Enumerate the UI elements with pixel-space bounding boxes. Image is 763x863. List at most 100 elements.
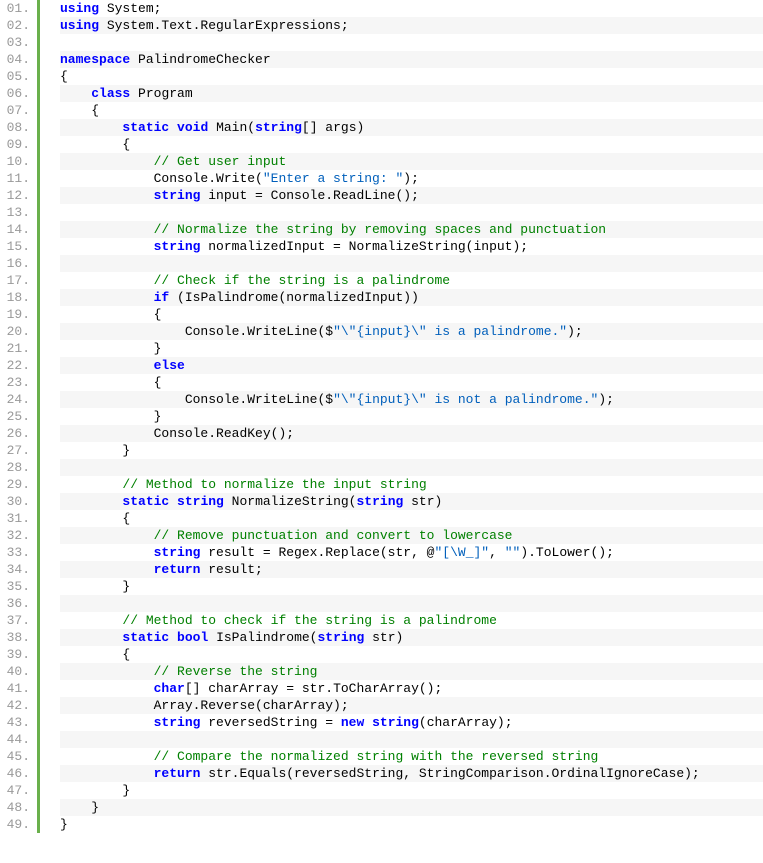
line-number: 32.	[0, 527, 34, 544]
code-line[interactable]: return result;	[60, 561, 763, 578]
line-number: 43.	[0, 714, 34, 731]
code-line[interactable]	[60, 255, 763, 272]
line-number: 17.	[0, 272, 34, 289]
code-line[interactable]: Console.Write("Enter a string: ");	[60, 170, 763, 187]
code-line[interactable]: {	[60, 306, 763, 323]
code-line[interactable]: // Remove punctuation and convert to low…	[60, 527, 763, 544]
line-number: 47.	[0, 782, 34, 799]
code-line[interactable]: }	[60, 442, 763, 459]
code-line[interactable]: string result = Regex.Replace(str, @"[\W…	[60, 544, 763, 561]
code-line[interactable]	[60, 459, 763, 476]
line-number: 41.	[0, 680, 34, 697]
code-line[interactable]: {	[60, 102, 763, 119]
code-line[interactable]	[60, 731, 763, 748]
line-number: 23.	[0, 374, 34, 391]
code-block: 01.02.03.04.05.06.07.08.09.10.11.12.13.1…	[0, 0, 763, 833]
code-line[interactable]: char[] charArray = str.ToCharArray();	[60, 680, 763, 697]
line-number: 12.	[0, 187, 34, 204]
line-number: 34.	[0, 561, 34, 578]
code-line[interactable]: {	[60, 68, 763, 85]
code-line[interactable]: {	[60, 136, 763, 153]
code-line[interactable]: static string NormalizeString(string str…	[60, 493, 763, 510]
line-number: 15.	[0, 238, 34, 255]
code-line[interactable]: class Program	[60, 85, 763, 102]
line-number: 19.	[0, 306, 34, 323]
line-number: 30.	[0, 493, 34, 510]
line-number: 08.	[0, 119, 34, 136]
line-number: 22.	[0, 357, 34, 374]
code-line[interactable]: {	[60, 510, 763, 527]
code-line[interactable]: // Reverse the string	[60, 663, 763, 680]
code-line[interactable]: string normalizedInput = NormalizeString…	[60, 238, 763, 255]
code-line[interactable]: else	[60, 357, 763, 374]
line-number: 01.	[0, 0, 34, 17]
line-number: 29.	[0, 476, 34, 493]
line-number: 16.	[0, 255, 34, 272]
code-line[interactable]: using System.Text.RegularExpressions;	[60, 17, 763, 34]
code-line[interactable]: namespace PalindromeChecker	[60, 51, 763, 68]
line-number: 05.	[0, 68, 34, 85]
code-line[interactable]: // Check if the string is a palindrome	[60, 272, 763, 289]
code-line[interactable]: }	[60, 578, 763, 595]
line-number: 25.	[0, 408, 34, 425]
line-number: 02.	[0, 17, 34, 34]
code-line[interactable]: // Normalize the string by removing spac…	[60, 221, 763, 238]
line-number: 37.	[0, 612, 34, 629]
line-number: 42.	[0, 697, 34, 714]
code-line[interactable]: // Compare the normalized string with th…	[60, 748, 763, 765]
line-number-gutter: 01.02.03.04.05.06.07.08.09.10.11.12.13.1…	[0, 0, 40, 833]
code-line[interactable]: {	[60, 374, 763, 391]
code-line[interactable]: string input = Console.ReadLine();	[60, 187, 763, 204]
line-number: 28.	[0, 459, 34, 476]
line-number: 31.	[0, 510, 34, 527]
line-number: 49.	[0, 816, 34, 833]
code-line[interactable]: return str.Equals(reversedString, String…	[60, 765, 763, 782]
line-number: 10.	[0, 153, 34, 170]
code-line[interactable]	[60, 595, 763, 612]
line-number: 36.	[0, 595, 34, 612]
code-line[interactable]: Console.WriteLine($"\"{input}\" is not a…	[60, 391, 763, 408]
line-number: 39.	[0, 646, 34, 663]
line-number: 07.	[0, 102, 34, 119]
code-line[interactable]: using System;	[60, 0, 763, 17]
line-number: 33.	[0, 544, 34, 561]
line-number: 09.	[0, 136, 34, 153]
code-line[interactable]: string reversedString = new string(charA…	[60, 714, 763, 731]
code-line[interactable]: static void Main(string[] args)	[60, 119, 763, 136]
code-line[interactable]: // Get user input	[60, 153, 763, 170]
code-line[interactable]: {	[60, 646, 763, 663]
code-line[interactable]	[60, 204, 763, 221]
line-number: 40.	[0, 663, 34, 680]
line-number: 03.	[0, 34, 34, 51]
code-line[interactable]: Console.ReadKey();	[60, 425, 763, 442]
code-line[interactable]: }	[60, 782, 763, 799]
line-number: 13.	[0, 204, 34, 221]
line-number: 04.	[0, 51, 34, 68]
line-number: 06.	[0, 85, 34, 102]
line-number: 14.	[0, 221, 34, 238]
line-number: 44.	[0, 731, 34, 748]
line-number: 48.	[0, 799, 34, 816]
code-content[interactable]: using System;using System.Text.RegularEx…	[40, 0, 763, 833]
code-line[interactable]: }	[60, 799, 763, 816]
code-line[interactable]: // Method to normalize the input string	[60, 476, 763, 493]
code-line[interactable]: Array.Reverse(charArray);	[60, 697, 763, 714]
code-line[interactable]: // Method to check if the string is a pa…	[60, 612, 763, 629]
code-line[interactable]: }	[60, 408, 763, 425]
line-number: 45.	[0, 748, 34, 765]
code-line[interactable]: static bool IsPalindrome(string str)	[60, 629, 763, 646]
code-line[interactable]	[60, 34, 763, 51]
code-line[interactable]: Console.WriteLine($"\"{input}\" is a pal…	[60, 323, 763, 340]
line-number: 38.	[0, 629, 34, 646]
line-number: 20.	[0, 323, 34, 340]
line-number: 21.	[0, 340, 34, 357]
code-line[interactable]: }	[60, 816, 763, 833]
line-number: 35.	[0, 578, 34, 595]
code-line[interactable]: if (IsPalindrome(normalizedInput))	[60, 289, 763, 306]
line-number: 26.	[0, 425, 34, 442]
code-line[interactable]: }	[60, 340, 763, 357]
line-number: 24.	[0, 391, 34, 408]
line-number: 46.	[0, 765, 34, 782]
line-number: 11.	[0, 170, 34, 187]
line-number: 18.	[0, 289, 34, 306]
